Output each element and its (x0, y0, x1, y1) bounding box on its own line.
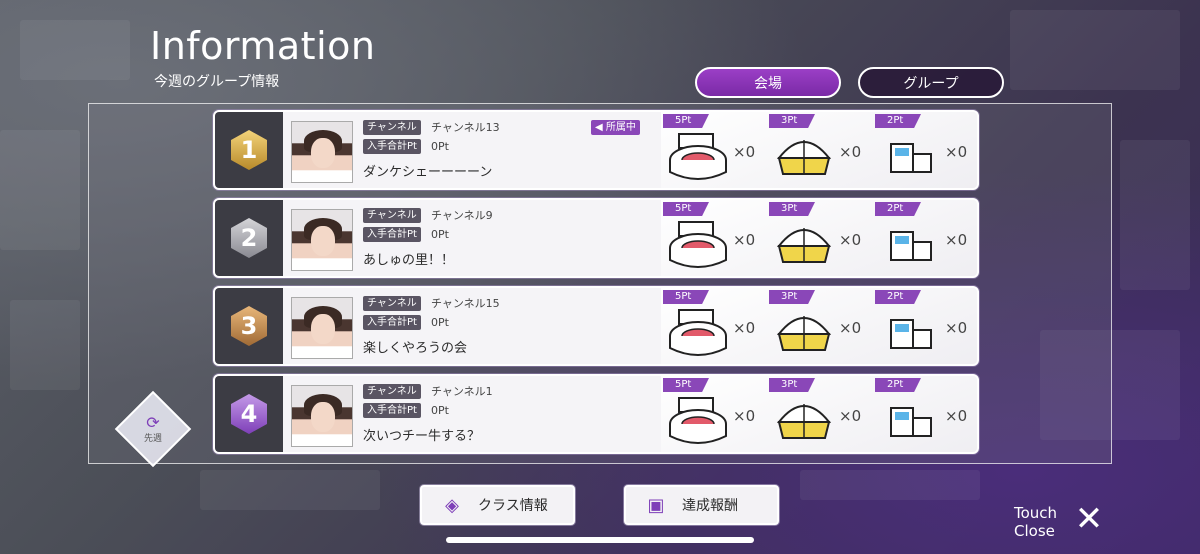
tab-venue[interactable]: 会場 (695, 67, 841, 98)
pt-label: 5Pt (663, 290, 709, 304)
stadium-icon (669, 133, 727, 180)
points-label: 入手合計Pt (363, 139, 421, 154)
venue-count: ×0 (733, 231, 756, 249)
rank-cell: 3 (215, 288, 283, 364)
venue-counts: 5Pt ×0 3Pt ×0 2Pt ×0 (661, 112, 977, 188)
pt-label: 2Pt (875, 202, 921, 216)
hall-icon (890, 143, 932, 173)
reward-label: 達成報酬 (682, 498, 738, 514)
page-title: Information (150, 24, 376, 68)
group-name: 楽しくやろうの会 (363, 341, 468, 356)
pt-label: 3Pt (769, 114, 815, 128)
group-name: あしゅの里！！ (363, 253, 455, 268)
avatar (291, 297, 353, 359)
venue-count: ×0 (733, 143, 756, 161)
venue-count: ×0 (733, 319, 756, 337)
channel-label: チャンネル (363, 120, 421, 135)
pt-label: 2Pt (875, 114, 921, 128)
venue-count: ×0 (839, 143, 862, 161)
channel-value: チャンネル9 (431, 209, 493, 222)
group-row: 4 チャンネル チャンネル1 入手合計Pt 0Pt 次いつチー牛する？ 5Pt … (213, 374, 979, 454)
avatar (291, 209, 353, 271)
channel-label: チャンネル (363, 384, 421, 399)
home-indicator[interactable] (446, 537, 754, 543)
rank-cell: 4 (215, 376, 283, 452)
pt-label: 3Pt (769, 290, 815, 304)
points-value: 0Pt (431, 316, 449, 329)
venue-count: ×0 (839, 319, 862, 337)
venue-count: ×0 (839, 231, 862, 249)
pt-label: 5Pt (663, 114, 709, 128)
rank-badge-icon: 1 (231, 130, 267, 170)
channel-label: チャンネル (363, 296, 421, 311)
points-value: 0Pt (431, 140, 449, 153)
venue-counts: 5Pt ×0 3Pt ×0 2Pt ×0 (661, 288, 977, 364)
group-name: ダンケシェーーーーン (363, 165, 493, 180)
class-info-label: クラス情報 (478, 498, 548, 514)
prev-week-label: 先週 (143, 433, 162, 444)
touch-close-label[interactable]: Touch Close (1014, 504, 1057, 540)
points-value: 0Pt (431, 228, 449, 241)
points-value: 0Pt (431, 404, 449, 417)
arena-icon (776, 404, 832, 439)
venue-count: ×0 (945, 231, 968, 249)
pt-label: 3Pt (769, 378, 815, 392)
hall-icon (890, 319, 932, 349)
rank-badge-icon: 2 (231, 218, 267, 258)
points-label: 入手合計Pt (363, 403, 421, 418)
avatar (291, 385, 353, 447)
refresh-icon: ⟳ (146, 412, 160, 432)
pt-label: 2Pt (875, 378, 921, 392)
belong-badge: ◀ 所属中 (591, 120, 640, 135)
stadium-icon (669, 221, 727, 268)
group-row: 2 チャンネル チャンネル9 入手合計Pt 0Pt あしゅの里！！ 5Pt ×0… (213, 198, 979, 278)
venue-count: ×0 (945, 319, 968, 337)
page-subtitle: 今週のグループ情報 (154, 74, 280, 90)
pt-label: 2Pt (875, 290, 921, 304)
venue-count: ×0 (733, 407, 756, 425)
channel-value: チャンネル15 (431, 297, 500, 310)
class-info-icon: ◈ (445, 494, 459, 516)
close-icon[interactable]: ✕ (1068, 498, 1110, 540)
group-row: 3 チャンネル チャンネル15 入手合計Pt 0Pt 楽しくやろうの会 5Pt … (213, 286, 979, 366)
arena-icon (776, 316, 832, 351)
tab-group[interactable]: グループ (858, 67, 1004, 98)
reward-button[interactable]: ▣ 達成報酬 (624, 485, 779, 525)
group-row: 1 チャンネル チャンネル13 入手合計Pt 0Pt ダンケシェーーーーン ◀ … (213, 110, 979, 190)
points-label: 入手合計Pt (363, 227, 421, 242)
reward-basket-icon: ▣ (647, 494, 665, 516)
venue-count: ×0 (945, 407, 968, 425)
stadium-icon (669, 309, 727, 356)
rank-cell: 1 (215, 112, 283, 188)
hall-icon (890, 231, 932, 261)
stadium-icon (669, 397, 727, 444)
avatar (291, 121, 353, 183)
pt-label: 5Pt (663, 378, 709, 392)
class-info-button[interactable]: ◈ クラス情報 (420, 485, 575, 525)
channel-value: チャンネル13 (431, 121, 500, 134)
prev-week-content[interactable]: ⟳ 先週 (126, 402, 180, 456)
rank-badge-icon: 4 (231, 394, 267, 434)
venue-counts: 5Pt ×0 3Pt ×0 2Pt ×0 (661, 376, 977, 452)
channel-value: チャンネル1 (431, 385, 493, 398)
channel-label: チャンネル (363, 208, 421, 223)
pt-label: 5Pt (663, 202, 709, 216)
arena-icon (776, 228, 832, 263)
arena-icon (776, 140, 832, 175)
venue-count: ×0 (839, 407, 862, 425)
rank-badge-icon: 3 (231, 306, 267, 346)
points-label: 入手合計Pt (363, 315, 421, 330)
venue-count: ×0 (945, 143, 968, 161)
rank-cell: 2 (215, 200, 283, 276)
pt-label: 3Pt (769, 202, 815, 216)
hall-icon (890, 407, 932, 437)
venue-counts: 5Pt ×0 3Pt ×0 2Pt ×0 (661, 200, 977, 276)
group-name: 次いつチー牛する？ (363, 429, 481, 444)
